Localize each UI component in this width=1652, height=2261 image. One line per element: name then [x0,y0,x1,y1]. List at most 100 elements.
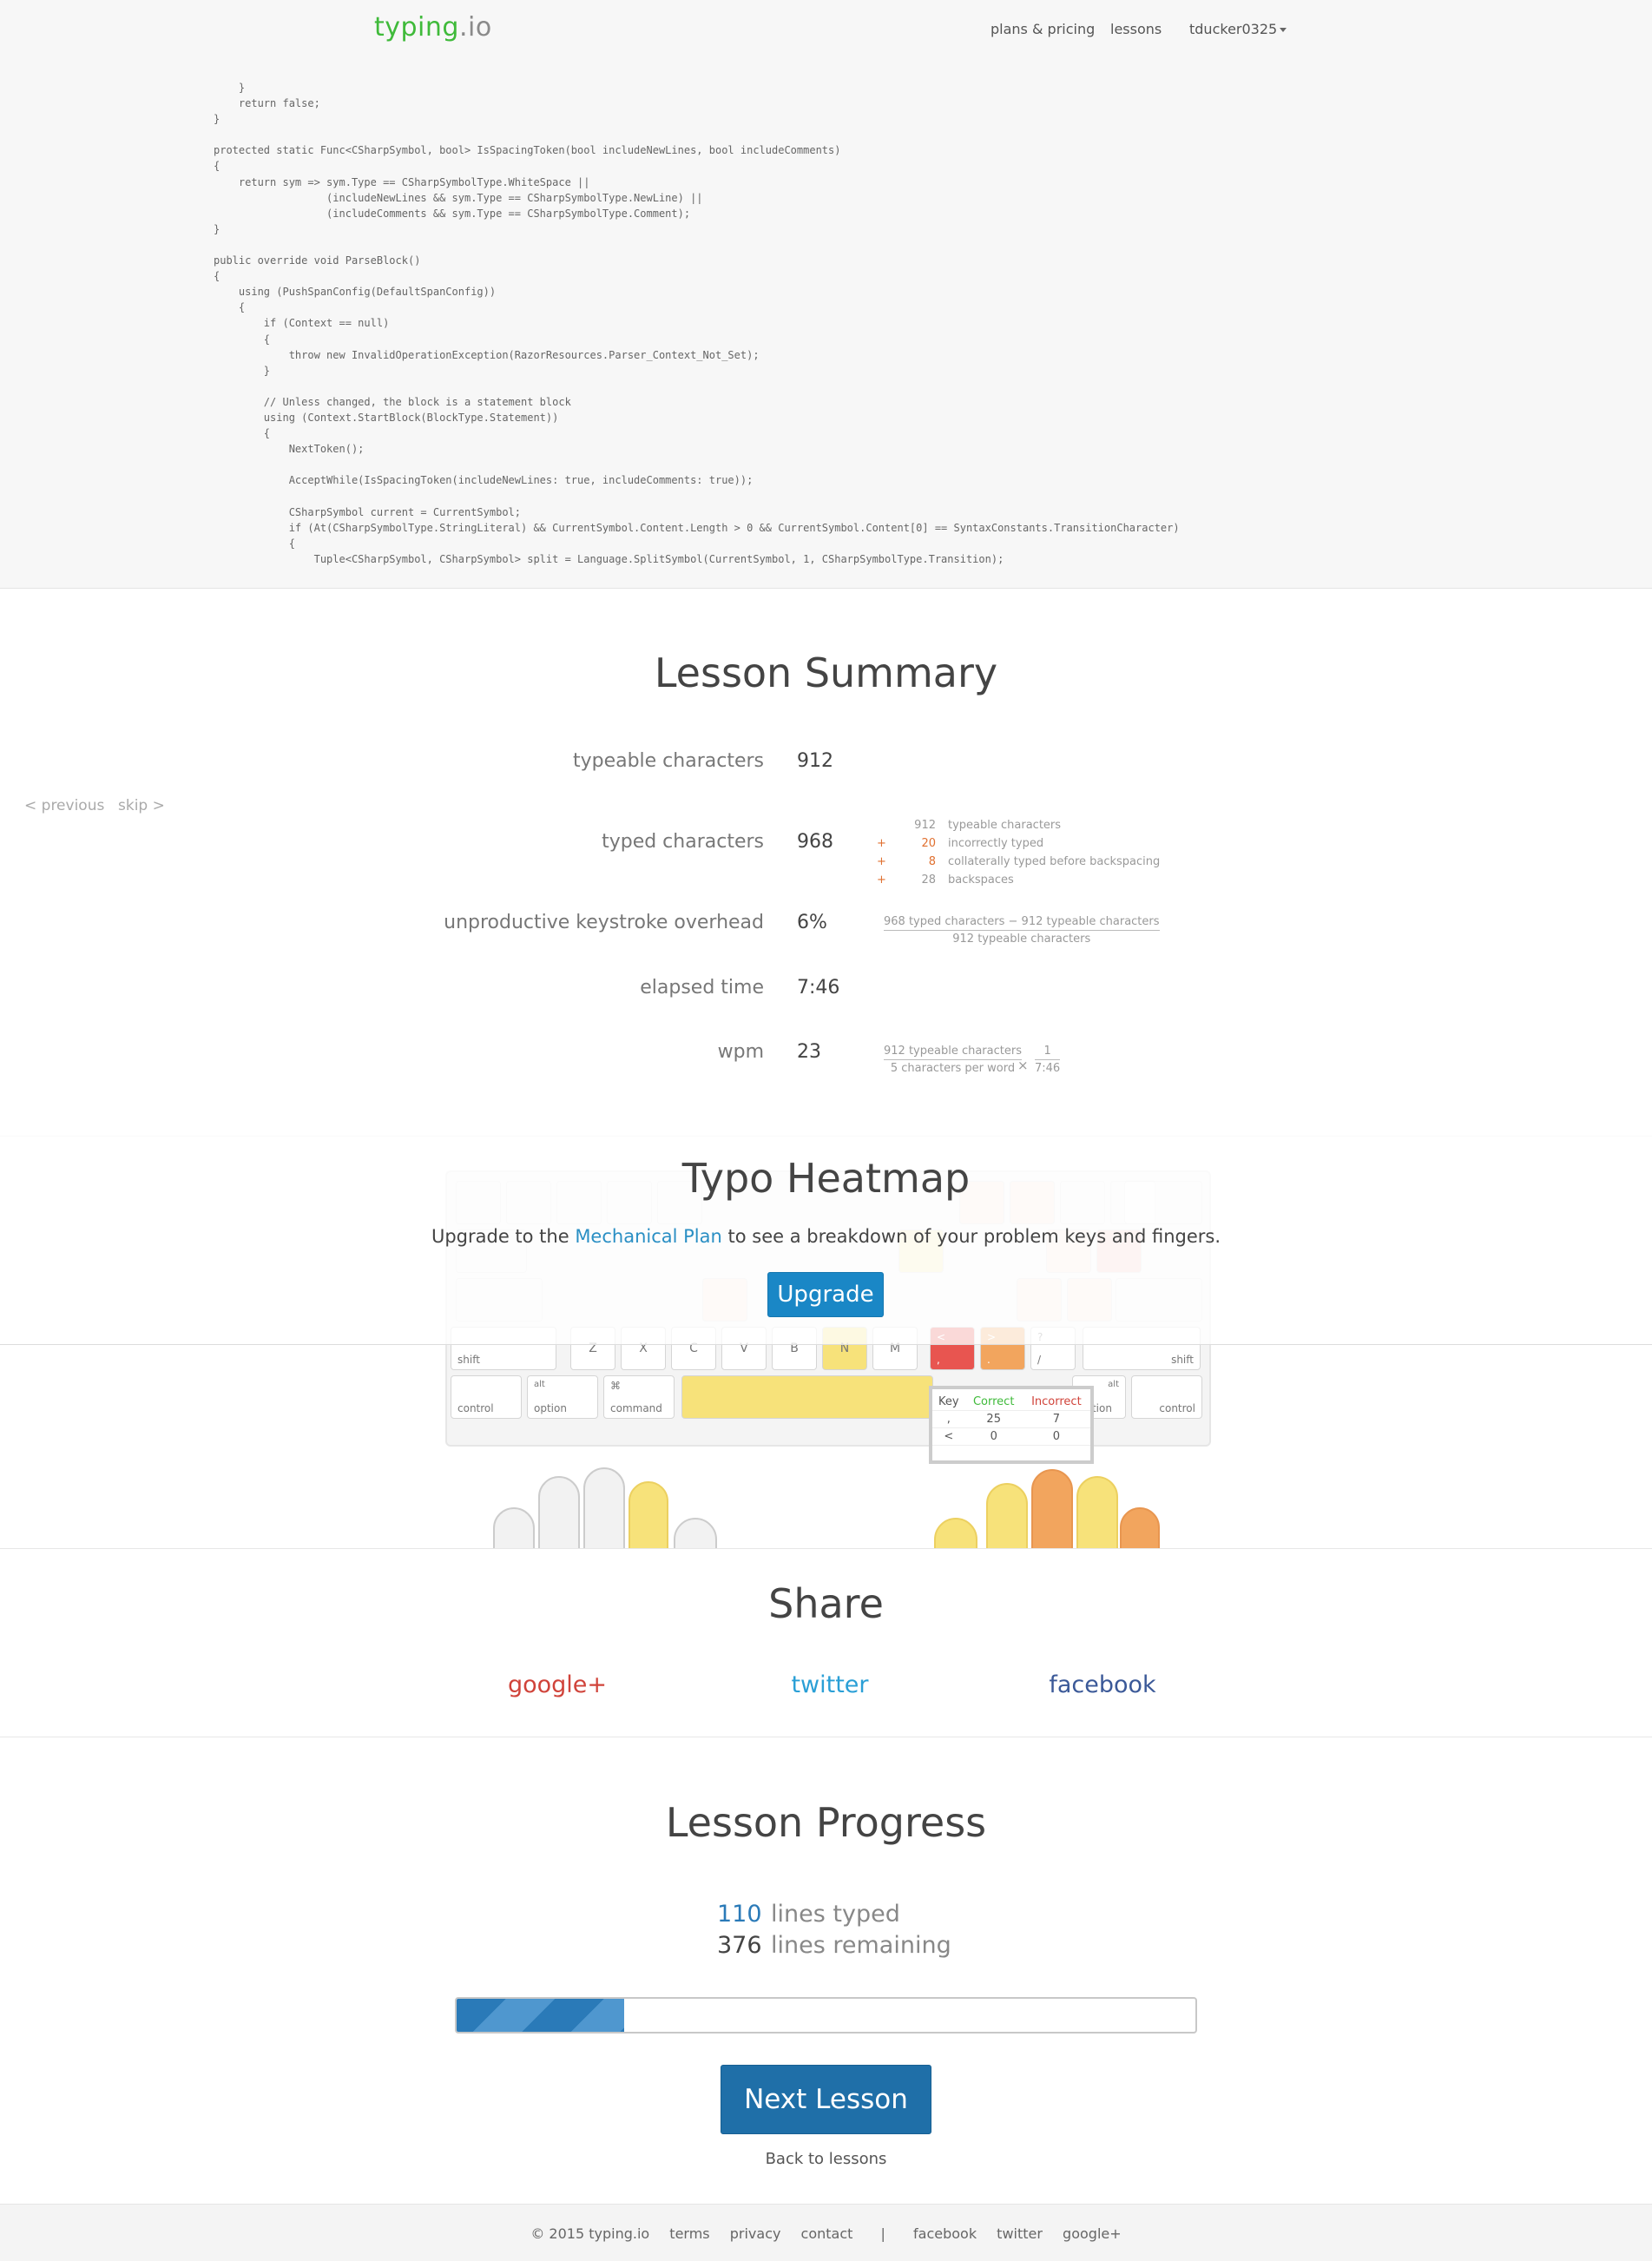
upgrade-text: Upgrade to the [431,1226,576,1247]
tooltip-header: Incorrect [1022,1394,1090,1411]
summary-label: elapsed time [640,977,764,999]
wpm-frac-left: 912 typeable characters 5 characters per… [884,1045,1022,1075]
tooltip-cell: , [932,1410,965,1428]
breakdown-line: +28 backspaces [877,871,1160,889]
finger-left-pinky [493,1507,535,1549]
key-label: shift [1171,1354,1194,1366]
previous-link[interactable]: < previous [24,797,104,814]
footer: © 2015 typing.io terms privacy contact |… [0,2204,1652,2261]
key-label: option [534,1402,567,1414]
key-label: alt [1108,1380,1119,1389]
upgrade-message: Upgrade to the Mechanical Plan to see a … [0,1226,1652,1247]
tooltip-row: < 0 0 [932,1427,1090,1446]
breakdown-num: 28 [921,873,936,887]
formula-denominator: 912 typeable characters [952,933,1091,946]
summary-value: 23 [797,1041,821,1063]
finger-right-middle [1031,1469,1073,1549]
breakdown-line: 912 typeable characters [877,816,1160,834]
key-command-left: ⌘ command [603,1375,675,1419]
formula-numerator: 968 typed characters − 912 typeable char… [884,915,1160,931]
tooltip-header-row: Key Correct Incorrect [932,1394,1090,1411]
share-title: Share [768,1580,884,1627]
chevron-down-icon [1280,28,1287,32]
key-label: control [1159,1402,1195,1414]
copyright: © 2015 typing.io [530,2225,650,2242]
key-control-left: control [451,1375,522,1419]
formula-numerator: 1 [1035,1045,1061,1060]
mechanical-plan-link[interactable]: Mechanical Plan [575,1226,722,1247]
lesson-progress-title: Lesson Progress [665,1799,987,1846]
back-to-lessons-link[interactable]: Back to lessons [0,2150,1652,2168]
summary-value: 912 [797,750,833,772]
section-divider [0,1344,1652,1345]
formula-denominator: 7:46 [1035,1062,1061,1075]
tooltip-table: Key Correct Incorrect , 25 7 < 0 0 [932,1394,1090,1446]
tooltip-row: , 25 7 [932,1410,1090,1428]
footer-terms-link[interactable]: terms [669,2225,709,2242]
finger-left-middle [583,1467,625,1549]
footer-contact-link[interactable]: contact [801,2225,853,2242]
wpm-frac-right: 1 7:46 [1035,1045,1061,1075]
skip-link[interactable]: skip > [118,797,165,814]
share-twitter-link[interactable]: twitter [700,1671,960,1698]
breakdown-line: +20 incorrectly typed [877,834,1160,853]
upgrade-text: to see a breakdown of your problem keys … [721,1226,1221,1247]
next-lesson-button[interactable]: Next Lesson [721,2065,931,2134]
breakdown-line: +8 collaterally typed before backspacing [877,853,1160,871]
key-space [681,1375,933,1419]
typo-heatmap: shift Z X C V B N M <, >. ?/ shift contr… [0,1136,1652,1549]
logo-main: typing [374,12,459,43]
key-label: . [987,1354,991,1366]
breakdown-op: + [877,855,886,868]
code-panel: } return false; } protected static Func<… [0,59,1652,589]
footer-facebook-link[interactable]: facebook [913,2225,977,2242]
tooltip-header: Key [932,1394,965,1411]
key-option-left: alt option [527,1375,598,1419]
finger-right-ring [1076,1476,1118,1549]
nav-lessons[interactable]: lessons [1110,21,1162,37]
tooltip-cell: 7 [1022,1410,1090,1428]
summary-label: typed characters [602,831,764,853]
share-google-link[interactable]: google+ [427,1671,688,1698]
finger-left-ring [538,1476,580,1549]
lesson-summary-title: Lesson Summary [654,649,998,696]
logo-ext: .io [458,12,492,43]
times-sign: × [1017,1058,1029,1073]
typo-heatmap-title: Typo Heatmap [681,1155,971,1202]
upgrade-button[interactable]: Upgrade [767,1272,884,1317]
user-menu[interactable]: tducker0325 [1189,21,1287,37]
share-facebook-link[interactable]: facebook [972,1671,1233,1698]
breakdown-num: 8 [928,855,936,868]
finger-left-index [629,1481,668,1549]
lines-remaining-count: 376 [717,1932,762,1959]
finger-right-thumb [934,1518,977,1549]
finger-right-pinky [1120,1507,1160,1549]
footer-google-link[interactable]: google+ [1063,2225,1122,2242]
key-label: control [457,1402,494,1414]
summary-value: 6% [797,912,827,933]
key-tooltip: Key Correct Incorrect , 25 7 < 0 0 [929,1386,1094,1464]
footer-twitter-link[interactable]: twitter [997,2225,1043,2242]
key-label: alt [534,1380,545,1389]
summary-value: 968 [797,831,833,853]
formula-numerator: 912 typeable characters [884,1045,1022,1060]
tooltip-cell: 0 [964,1427,1023,1446]
code-text: } return false; } protected static Func<… [214,82,1180,565]
breakdown-op: + [877,837,886,850]
overhead-formula: 968 typed characters − 912 typeable char… [884,915,1160,946]
footer-privacy-link[interactable]: privacy [730,2225,781,2242]
key-label: command [610,1402,662,1414]
key-label: , [937,1354,940,1366]
breakdown-text: backspaces [948,873,1014,887]
breakdown-text: typeable characters [948,819,1062,832]
finger-right-index [986,1483,1028,1549]
key-label: ⌘ [610,1380,621,1392]
lines-typed-label: lines typed [771,1901,900,1928]
logo[interactable]: typing.io [374,12,492,43]
summary-label: wpm [717,1041,764,1063]
lesson-progress-bar [455,1997,1197,2034]
tooltip-header: Correct [964,1394,1023,1411]
progress-fill [457,1999,624,2032]
nav-plans-pricing[interactable]: plans & pricing [991,21,1095,37]
breakdown-num: 20 [921,837,936,850]
